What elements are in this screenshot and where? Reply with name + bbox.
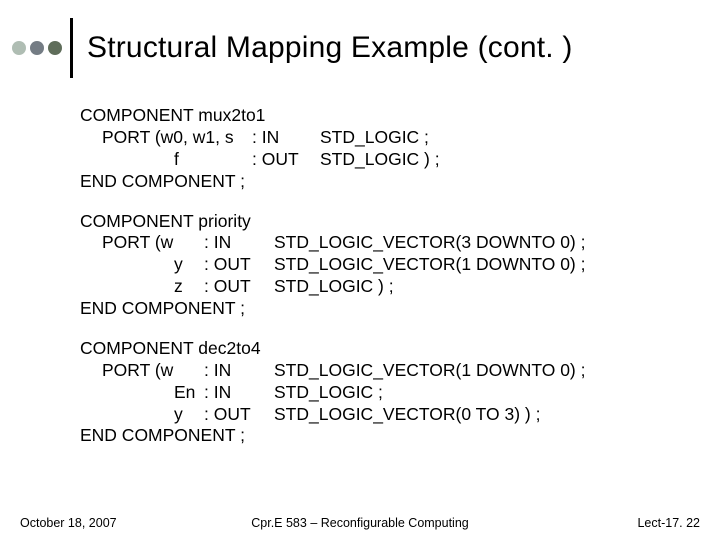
code-port-dir: : IN — [252, 127, 320, 149]
code-port-dir: : IN — [204, 232, 274, 254]
code-port-name: y — [174, 254, 204, 276]
code-spacer — [102, 404, 174, 426]
slide-title: Structural Mapping Example (cont. ) — [87, 31, 573, 65]
code-spacer — [102, 254, 174, 276]
code-line: END COMPONENT ; — [80, 171, 245, 193]
code-port-name: PORT (w0, w1, s — [102, 127, 252, 149]
code-block-priority: COMPONENT priority PORT (w : IN STD_LOGI… — [80, 211, 690, 320]
code-port-type: STD_LOGIC_VECTOR(3 DOWNTO 0) ; — [274, 232, 586, 254]
code-port-type: STD_LOGIC ) ; — [274, 276, 394, 298]
slide-body: COMPONENT mux2to1 PORT (w0, w1, s : IN S… — [80, 105, 690, 465]
title-row: Structural Mapping Example (cont. ) — [12, 18, 700, 78]
code-line: END COMPONENT ; — [80, 298, 245, 320]
code-port-type: STD_LOGIC_VECTOR(0 TO 3) ) ; — [274, 404, 540, 426]
code-spacer — [102, 276, 174, 298]
code-port-dir: : OUT — [204, 254, 274, 276]
code-port-type: STD_LOGIC_VECTOR(1 DOWNTO 0) ; — [274, 254, 586, 276]
code-port-type: STD_LOGIC_VECTOR(1 DOWNTO 0) ; — [274, 360, 586, 382]
code-port-dir: : IN — [204, 382, 274, 404]
code-port-type: STD_LOGIC ; — [320, 127, 429, 149]
code-port-name: y — [174, 404, 204, 426]
vertical-divider-icon — [70, 18, 73, 78]
code-port-type: STD_LOGIC ; — [274, 382, 383, 404]
code-line: COMPONENT mux2to1 — [80, 105, 265, 127]
code-port-type: STD_LOGIC ) ; — [320, 149, 440, 171]
code-port-dir: : OUT — [204, 276, 274, 298]
footer: October 18, 2007 Cpr.E 583 – Reconfigura… — [20, 516, 700, 530]
code-line: COMPONENT dec2to4 — [80, 338, 261, 360]
code-port-dir: : OUT — [204, 404, 274, 426]
code-port-name: f — [174, 149, 252, 171]
dot-icon — [30, 41, 44, 55]
code-port-name: PORT (w — [102, 232, 204, 254]
code-port-name: z — [174, 276, 204, 298]
code-port-name: PORT (w — [102, 360, 204, 382]
footer-course: Cpr.E 583 – Reconfigurable Computing — [20, 516, 700, 530]
bullet-dots-icon — [12, 41, 62, 55]
code-spacer — [102, 382, 174, 404]
code-line: END COMPONENT ; — [80, 425, 245, 447]
dot-icon — [12, 41, 26, 55]
code-block-mux2to1: COMPONENT mux2to1 PORT (w0, w1, s : IN S… — [80, 105, 690, 193]
dot-icon — [48, 41, 62, 55]
code-port-name: En — [174, 382, 204, 404]
slide: Structural Mapping Example (cont. ) COMP… — [0, 0, 720, 540]
code-block-dec2to4: COMPONENT dec2to4 PORT (w : IN STD_LOGIC… — [80, 338, 690, 447]
code-line: COMPONENT priority — [80, 211, 251, 233]
code-port-dir: : IN — [204, 360, 274, 382]
code-spacer — [102, 149, 174, 171]
code-port-dir: : OUT — [252, 149, 320, 171]
